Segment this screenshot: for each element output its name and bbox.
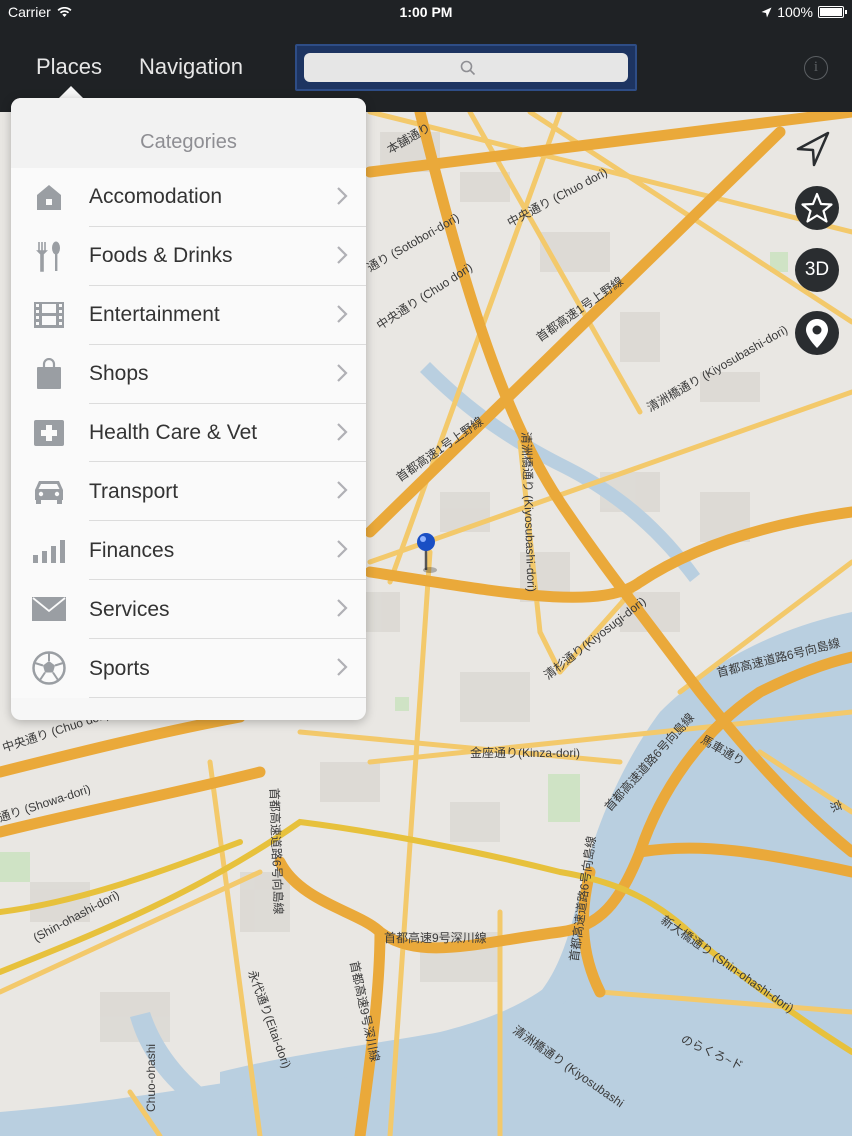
chevron-right-icon [337,599,348,618]
search-bar [295,44,637,91]
shopping-bag-icon [31,357,67,391]
popover-title: Categories [11,98,366,168]
category-sports[interactable]: Sports [11,639,366,699]
category-label: Accomodation [89,185,223,209]
category-label: Services [89,597,170,621]
house-icon [31,180,67,214]
map-label-chuo-ohashi: Chuo-ohashi [144,1044,158,1112]
category-label: Foods & Drinks [89,244,233,268]
car-icon [31,474,67,508]
fork-spoon-icon [31,239,67,273]
location-arrow-icon [761,7,772,17]
category-label: Finances [89,538,175,562]
info-icon[interactable]: i [804,56,828,80]
category-shops[interactable]: Shops [11,344,366,404]
category-label: Entertainment [89,303,220,327]
category-label: Sports [89,656,150,680]
film-icon [31,298,67,332]
location-pin-icon [806,319,828,348]
category-foods-drinks[interactable]: Foods & Drinks [11,226,366,286]
chevron-right-icon [337,246,348,264]
medical-cross-icon [31,416,67,450]
chevron-right-icon [337,658,348,676]
map-label-expressway-9: 首都高速9号深川線 [384,930,487,945]
categories-popover: Categories Accomodation Foods & Drinks E… [11,98,366,720]
tab-places[interactable]: Places [36,54,102,80]
battery-percent: 100% [777,4,813,20]
chevron-right-icon [337,481,348,500]
drop-pin-button[interactable] [795,311,839,355]
favorites-button[interactable] [795,186,839,230]
chevron-right-icon [337,305,348,323]
bar-chart-icon [31,533,67,567]
category-label: Shops [89,362,149,386]
category-services[interactable]: Services [11,580,366,640]
navigation-arrow-icon[interactable] [792,127,836,171]
chevron-right-icon [337,363,348,382]
chevron-right-icon [337,187,348,205]
search-icon [460,60,476,76]
category-label: Transport [89,479,179,503]
chevron-right-icon [337,540,348,559]
status-time: 1:00 PM [399,4,453,20]
tab-navigation[interactable]: Navigation [139,54,243,80]
soccer-ball-icon [31,651,67,685]
category-accomodation[interactable]: Accomodation [11,168,366,227]
category-label: Health Care & Vet [89,421,258,444]
category-list: Accomodation Foods & Drinks Entertainmen… [11,168,366,699]
status-right: 100% [761,4,847,20]
category-entertainment[interactable]: Entertainment [11,285,366,345]
battery-icon [818,6,847,18]
category-finances[interactable]: Finances [11,521,366,581]
category-health-care[interactable]: Health Care & Vet [11,403,366,463]
chevron-right-icon [337,422,348,441]
star-icon [801,192,833,223]
map-label-kinza: 金座通り(Kinza-dori) [470,745,580,760]
3d-toggle-button[interactable]: 3D [795,248,839,292]
envelope-icon [31,592,67,626]
status-bar: Carrier 1:00 PM 100% [0,0,852,24]
category-transport[interactable]: Transport [11,462,366,522]
